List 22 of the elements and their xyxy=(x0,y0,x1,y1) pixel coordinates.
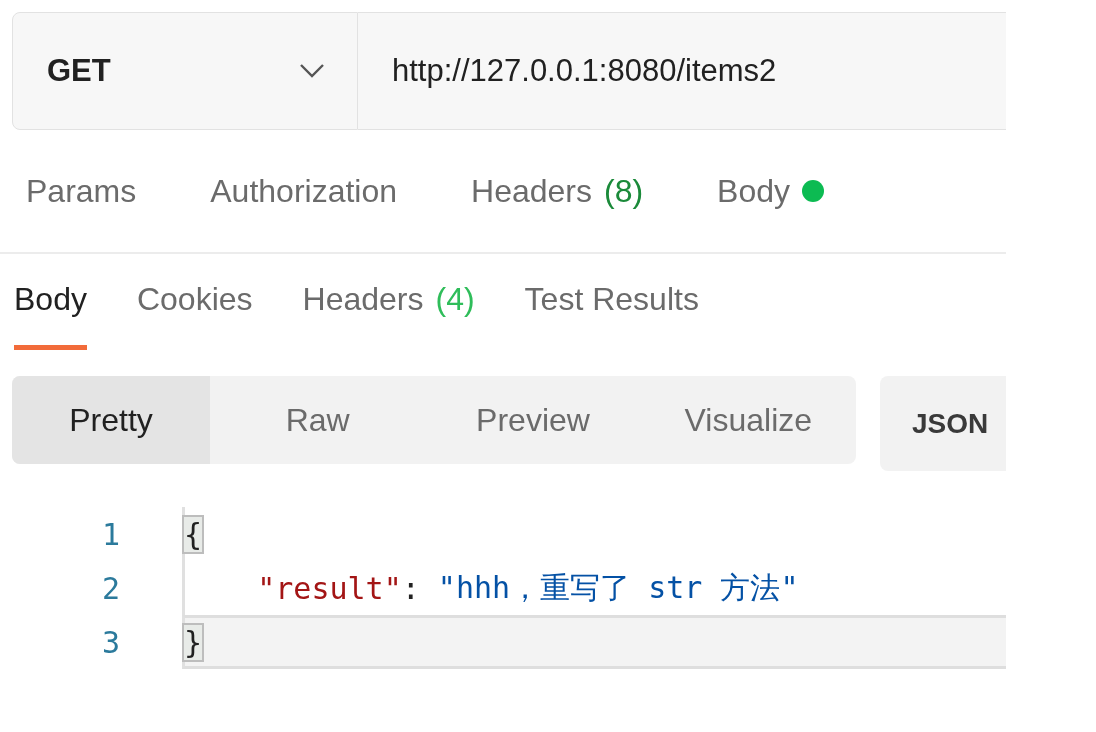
header-count: (8) xyxy=(604,172,644,210)
view-mode-option[interactable]: Raw xyxy=(210,376,426,464)
request-tab[interactable]: Authorization xyxy=(210,172,398,210)
response-tab[interactable]: Cookies xyxy=(136,254,253,350)
line-number: 2 xyxy=(100,570,120,606)
header-count: (4) xyxy=(435,281,475,318)
url-input[interactable]: http://127.0.0.1:8080/items2 xyxy=(358,12,1006,130)
method-dropdown[interactable]: GET xyxy=(12,12,358,130)
response-tab[interactable]: Headers (4) xyxy=(302,254,475,350)
request-tab[interactable]: Params xyxy=(26,172,137,210)
line-number: 3 xyxy=(100,624,120,660)
response-tab[interactable]: Body xyxy=(14,254,87,350)
format-dropdown[interactable]: JSON xyxy=(880,376,1006,471)
chevron-down-icon xyxy=(299,63,325,79)
response-tab[interactable]: Test Results xyxy=(524,254,699,350)
line-number: 1 xyxy=(100,516,120,552)
view-mode-option[interactable]: Preview xyxy=(425,376,641,464)
view-mode-option[interactable]: Pretty xyxy=(12,376,210,464)
view-mode-option[interactable]: Visualize xyxy=(640,376,856,464)
code-line: { xyxy=(182,507,1006,561)
request-tab[interactable]: Body xyxy=(717,172,825,210)
request-tab[interactable]: Headers (8) xyxy=(471,172,644,210)
